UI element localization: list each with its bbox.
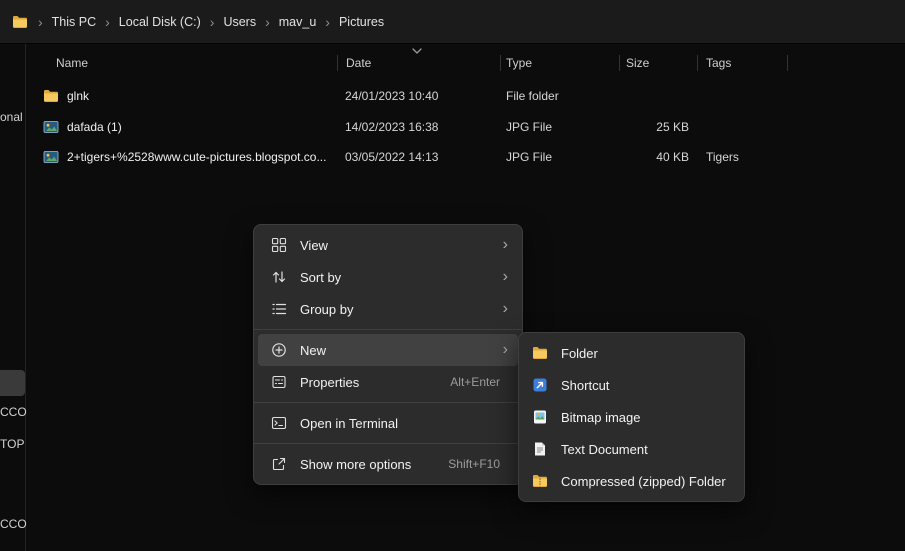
shortcut-icon — [531, 376, 549, 394]
menu-separator — [254, 402, 522, 403]
terminal-icon — [270, 414, 288, 432]
column-header-tags[interactable]: Tags — [706, 56, 731, 70]
file-row[interactable]: 2+tigers+%2528www.cute-pictures.blogspot… — [25, 142, 905, 172]
menu-item-label: Show more options — [300, 457, 411, 472]
column-resize-handle[interactable] — [697, 55, 698, 71]
column-resize-handle[interactable] — [500, 55, 501, 71]
sidebar-item-clipped[interactable]: CCO — [0, 517, 27, 531]
chevron-right-icon: › — [503, 269, 508, 285]
location-folder-icon[interactable] — [12, 14, 30, 30]
file-date: 24/01/2023 10:40 — [345, 89, 438, 103]
menu-separator — [254, 329, 522, 330]
menu-item-group-by[interactable]: Group by › — [258, 293, 518, 325]
chevron-right-icon: › — [503, 301, 508, 317]
group-list-icon — [270, 300, 288, 318]
menu-separator — [254, 443, 522, 444]
menu-shortcut: Alt+Enter — [450, 375, 500, 389]
zipped-folder-icon — [531, 472, 549, 490]
column-header-date[interactable]: Date — [346, 56, 371, 70]
menu-item-properties[interactable]: Properties Alt+Enter — [258, 366, 518, 398]
text-document-icon — [531, 440, 549, 458]
submenu-item-label: Compressed (zipped) Folder — [561, 474, 726, 489]
breadcrumb-mav-u[interactable]: mav_u — [272, 11, 324, 33]
chevron-right-icon: › — [503, 237, 508, 253]
submenu-item-compressed-folder[interactable]: Compressed (zipped) Folder — [523, 465, 740, 497]
file-name: 2+tigers+%2528www.cute-pictures.blogspot… — [67, 150, 326, 164]
chevron-right-icon: › — [323, 15, 332, 29]
file-type: JPG File — [506, 150, 552, 164]
sidebar-item-clipped[interactable]: onal — [0, 110, 23, 124]
menu-item-label: View — [300, 238, 328, 253]
menu-item-label: Sort by — [300, 270, 341, 285]
view-grid-icon — [270, 236, 288, 254]
folder-icon — [531, 344, 549, 362]
menu-item-view[interactable]: View › — [258, 229, 518, 261]
column-resize-handle[interactable] — [337, 55, 338, 71]
file-row[interactable]: dafada (1) 14/02/2023 16:38 JPG File 25 … — [25, 112, 905, 142]
column-header-row: Name Date Type Size Tags — [25, 50, 905, 76]
chevron-right-icon: › — [103, 15, 112, 29]
show-more-options-icon — [270, 455, 288, 473]
menu-item-label: Open in Terminal — [300, 416, 398, 431]
submenu-item-shortcut[interactable]: Shortcut — [523, 369, 740, 401]
menu-item-sort-by[interactable]: Sort by › — [258, 261, 518, 293]
image-file-icon — [43, 149, 59, 165]
image-file-icon — [43, 119, 59, 135]
column-resize-handle[interactable] — [619, 55, 620, 71]
column-resize-handle[interactable] — [787, 55, 788, 71]
chevron-right-icon: › — [36, 15, 45, 29]
breadcrumb-local-disk[interactable]: Local Disk (C:) — [112, 11, 208, 33]
breadcrumb-this-pc[interactable]: This PC — [45, 11, 103, 33]
file-date: 03/05/2022 14:13 — [345, 150, 438, 164]
submenu-item-label: Text Document — [561, 442, 648, 457]
breadcrumb-pictures[interactable]: Pictures — [332, 11, 391, 33]
file-type: File folder — [506, 89, 559, 103]
new-plus-circle-icon — [270, 341, 288, 359]
properties-icon — [270, 373, 288, 391]
sidebar-item-selected[interactable] — [0, 370, 25, 396]
menu-item-show-more-options[interactable]: Show more options Shift+F10 — [258, 448, 518, 480]
folder-icon — [43, 88, 59, 104]
sort-direction-icon — [411, 47, 423, 55]
breadcrumb-users[interactable]: Users — [216, 11, 263, 33]
chevron-right-icon: › — [208, 15, 217, 29]
menu-item-new[interactable]: New › — [258, 334, 518, 366]
menu-item-open-in-terminal[interactable]: Open in Terminal — [258, 407, 518, 439]
menu-item-label: Properties — [300, 375, 359, 390]
file-row[interactable]: glnk 24/01/2023 10:40 File folder — [25, 81, 905, 111]
file-size: 25 KB — [619, 120, 689, 134]
context-menu: View › Sort by › Group by › — [253, 224, 523, 485]
sidebar-item-clipped[interactable]: CCO — [0, 405, 27, 419]
submenu-item-folder[interactable]: Folder — [523, 337, 740, 369]
submenu-item-label: Shortcut — [561, 378, 609, 393]
menu-item-label: New — [300, 343, 326, 358]
new-submenu: Folder Shortcut Bitmap image — [518, 332, 745, 502]
submenu-item-text-document[interactable]: Text Document — [523, 433, 740, 465]
chevron-right-icon: › — [503, 342, 508, 358]
file-size: 40 KB — [619, 150, 689, 164]
chevron-right-icon: › — [263, 15, 272, 29]
file-explorer-window: › This PC › Local Disk (C:) › Users › ma… — [0, 0, 905, 551]
file-name: dafada (1) — [67, 120, 122, 134]
sort-arrows-icon — [270, 268, 288, 286]
bitmap-image-icon — [531, 408, 549, 426]
file-type: JPG File — [506, 120, 552, 134]
submenu-item-label: Bitmap image — [561, 410, 640, 425]
file-name: glnk — [67, 89, 89, 103]
column-header-name[interactable]: Name — [56, 56, 88, 70]
column-header-size[interactable]: Size — [626, 56, 649, 70]
submenu-item-label: Folder — [561, 346, 598, 361]
file-date: 14/02/2023 16:38 — [345, 120, 438, 134]
file-tags: Tigers — [706, 150, 739, 164]
sidebar-item-clipped[interactable]: TOP — [0, 437, 24, 451]
submenu-item-bitmap-image[interactable]: Bitmap image — [523, 401, 740, 433]
column-header-type[interactable]: Type — [506, 56, 532, 70]
menu-item-label: Group by — [300, 302, 353, 317]
address-bar: › This PC › Local Disk (C:) › Users › ma… — [0, 0, 905, 44]
menu-shortcut: Shift+F10 — [448, 457, 500, 471]
